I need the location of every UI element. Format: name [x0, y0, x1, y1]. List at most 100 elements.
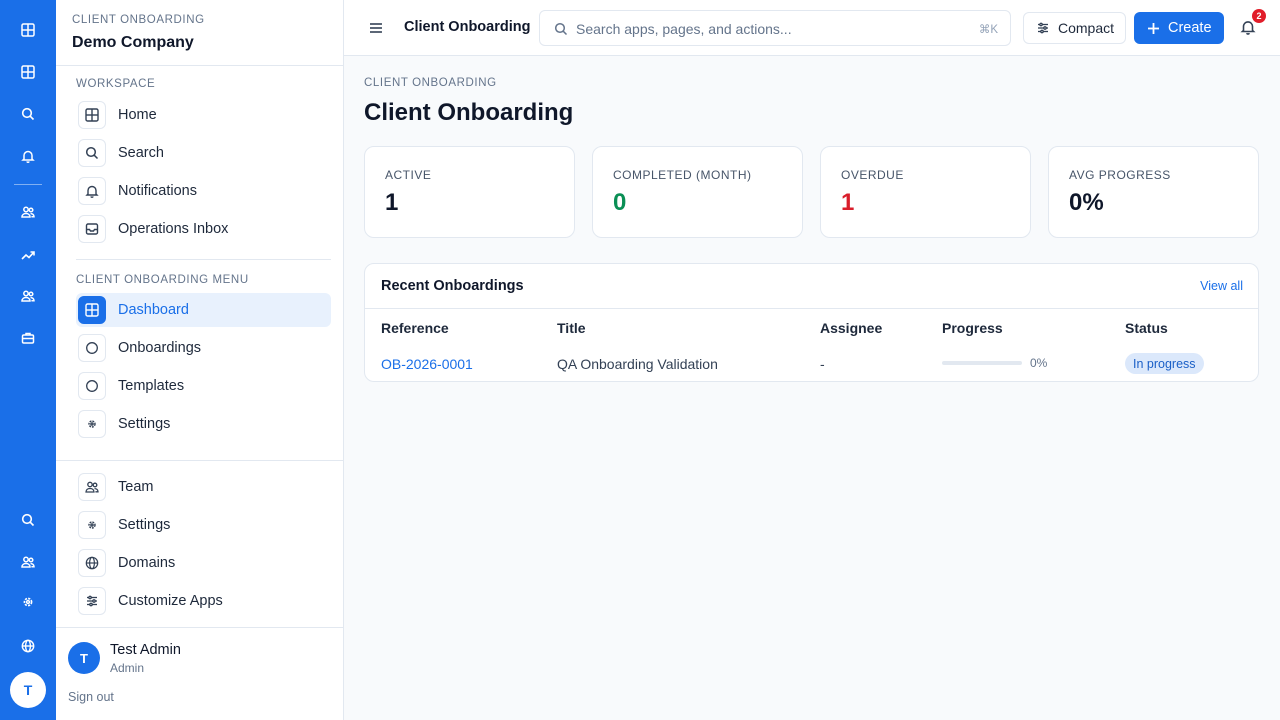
view-all-link[interactable]: View all [1200, 279, 1243, 293]
sidebar-item-label: Team [118, 479, 154, 495]
breadcrumb[interactable]: CLIENT ONBOARDING [364, 77, 497, 89]
grid-icon [78, 101, 106, 129]
users-icon[interactable] [14, 548, 42, 576]
grid-icon[interactable] [14, 58, 42, 86]
inbox-icon [78, 215, 106, 243]
column-header-status[interactable]: Status [1125, 320, 1168, 336]
stat-card-overdue: OVERDUE 1 [820, 146, 1031, 238]
row-reference-link[interactable]: OB-2026-0001 [381, 356, 473, 372]
sidebar: CLIENT ONBOARDING Demo Company WORKSPACE… [56, 0, 344, 720]
rail-divider [14, 184, 42, 185]
panel-title: Recent Onboardings [381, 278, 524, 294]
sidebar-divider [56, 460, 343, 461]
sidebar-item-search[interactable]: Search [76, 136, 331, 170]
circle-icon [78, 372, 106, 400]
status-badge: In progress [1125, 353, 1204, 374]
sidebar-divider [76, 259, 331, 260]
sidebar-item-notifications[interactable]: Notifications [76, 174, 331, 208]
sidebar-item-settings[interactable]: Settings [76, 407, 331, 441]
sidebar-item-label: Onboardings [118, 340, 202, 356]
sidebar-item-label: Customize Apps [118, 593, 223, 609]
user-name: Test Admin [110, 642, 181, 658]
sidebar-item-label: Dashboard [118, 302, 189, 318]
column-header-reference[interactable]: Reference [381, 320, 449, 336]
stat-label: AVG PROGRESS [1069, 168, 1171, 182]
avatar[interactable]: T [68, 642, 100, 674]
stat-value: 1 [841, 189, 855, 216]
global-search-input[interactable]: Search apps, pages, and actions... ⌘K [539, 10, 1011, 46]
column-header-assignee[interactable]: Assignee [820, 320, 882, 336]
sidebar-item-team[interactable]: Team [76, 470, 331, 504]
search-placeholder: Search apps, pages, and actions... [576, 21, 792, 37]
grid-icon [78, 296, 106, 324]
company-name[interactable]: Demo Company [72, 34, 194, 52]
search-icon[interactable] [14, 506, 42, 534]
sidebar-item-onboardings[interactable]: Onboardings [76, 331, 331, 365]
stat-value: 0 [613, 189, 627, 216]
page-title: Client Onboarding [364, 99, 574, 126]
compact-label: Compact [1058, 20, 1115, 36]
bell-icon [78, 177, 106, 205]
search-shortcut: ⌘K [978, 24, 998, 36]
sign-out-link[interactable]: Sign out [68, 690, 114, 704]
users-icon [78, 473, 106, 501]
stat-label: OVERDUE [841, 168, 904, 182]
settings-icon [78, 410, 106, 438]
globe-icon[interactable] [14, 632, 42, 660]
progress-percent: 0% [1030, 356, 1048, 370]
globe-icon [78, 549, 106, 577]
sidebar-item-customize-apps[interactable]: Customize Apps [76, 584, 331, 618]
briefcase-icon[interactable] [14, 324, 42, 352]
sidebar-item-home[interactable]: Home [76, 98, 331, 132]
stat-card-avg-progress: AVG PROGRESS 0% [1048, 146, 1259, 238]
sidebar-header: CLIENT ONBOARDING Demo Company [56, 0, 343, 66]
stat-value: 1 [385, 189, 399, 216]
rail-avatar[interactable]: T [10, 672, 46, 708]
sidebar-item-label: Settings [118, 517, 171, 533]
app-rail: T [0, 0, 56, 720]
sidebar-item-operations-inbox[interactable]: Operations Inbox [76, 212, 331, 246]
recent-onboardings-panel: Recent Onboardings View all Reference Ti… [364, 263, 1259, 382]
sidebar-item-label: Settings [118, 416, 171, 432]
sidebar-item-templates[interactable]: Templates [76, 369, 331, 403]
column-header-progress[interactable]: Progress [942, 320, 1003, 336]
settings-icon[interactable] [14, 588, 42, 616]
grid-icon[interactable] [14, 16, 42, 44]
sidebar-item-dashboard[interactable]: Dashboard [76, 293, 331, 327]
sidebar-divider [56, 627, 343, 628]
column-header-title[interactable]: Title [557, 320, 586, 336]
sidebar-item-label: Operations Inbox [118, 221, 229, 237]
sidebar-item-label: Domains [118, 555, 176, 571]
plus-icon [1148, 22, 1159, 34]
stat-label: ACTIVE [385, 168, 432, 182]
row-assignee: - [820, 356, 825, 372]
sliders-icon [1038, 22, 1048, 34]
workspace-section-label: WORKSPACE [76, 78, 156, 90]
bell-icon[interactable] [14, 142, 42, 170]
search-icon[interactable] [14, 100, 42, 128]
search-icon [554, 22, 568, 36]
hamburger-menu-icon[interactable] [366, 18, 386, 38]
sidebar-item-label: Home [118, 107, 157, 123]
sidebar-item-label: Templates [118, 378, 185, 394]
create-label: Create [1168, 20, 1212, 36]
sidebar-item-domains[interactable]: Domains [76, 546, 331, 580]
users-icon[interactable] [14, 198, 42, 226]
compact-toggle-button[interactable]: Compact [1023, 12, 1126, 44]
trending-icon[interactable] [14, 241, 42, 269]
panel-header: Recent Onboardings View all [365, 264, 1258, 309]
stat-value: 0% [1069, 189, 1104, 216]
users-icon[interactable] [14, 282, 42, 310]
topbar-app-title: Client Onboarding [404, 19, 531, 35]
stat-card-active: ACTIVE 1 [364, 146, 575, 238]
top-bar: Client Onboarding Search apps, pages, an… [344, 0, 1280, 56]
menu-section-label: CLIENT ONBOARDING MENU [76, 274, 249, 286]
notification-count-badge: 2 [1252, 9, 1266, 23]
settings-icon [78, 511, 106, 539]
stat-card-completed: COMPLETED (MONTH) 0 [592, 146, 803, 238]
user-role: Admin [110, 661, 145, 675]
sidebar-item-label: Notifications [118, 183, 197, 199]
sidebar-item-admin-settings[interactable]: Settings [76, 508, 331, 542]
sidebar-item-label: Search [118, 145, 164, 161]
create-button[interactable]: Create [1134, 12, 1224, 44]
